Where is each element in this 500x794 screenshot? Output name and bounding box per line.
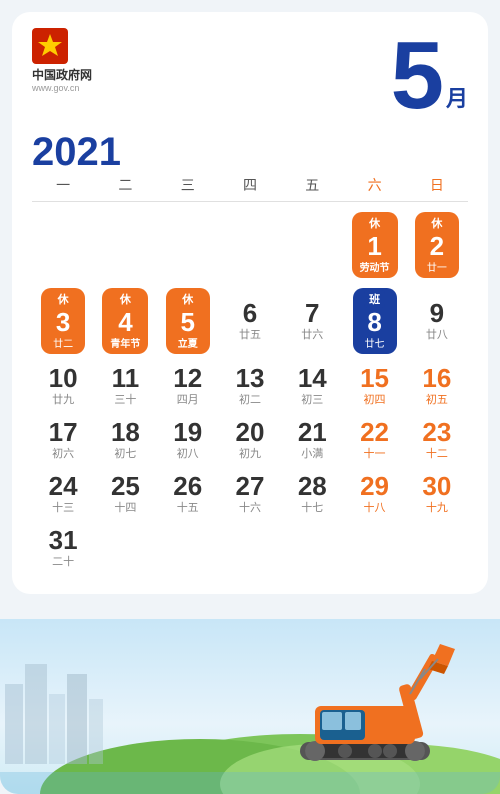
bottom-scene	[0, 619, 500, 794]
weekday-thu: 四	[219, 175, 281, 195]
weekday-sun: 日	[406, 175, 468, 195]
excavator-svg	[270, 634, 490, 774]
logo-icon	[32, 28, 68, 64]
day-3: 休 3 廿二	[32, 284, 94, 358]
day-18: 18 初七	[94, 414, 156, 466]
empty-end-2	[157, 522, 219, 574]
holiday-badge-1: 休	[364, 214, 385, 232]
weekday-wed: 三	[157, 175, 219, 195]
holiday-badge-5: 休	[177, 290, 198, 308]
empty-end-6	[406, 522, 468, 574]
year-display: 2021	[32, 130, 468, 175]
day-13: 13 初二	[219, 360, 281, 412]
holiday-badge-3: 休	[53, 290, 74, 308]
day-24: 24 十三	[32, 468, 94, 520]
day-21: 21 小满	[281, 414, 343, 466]
day-6: 6 廿五	[219, 284, 281, 358]
day-11: 11 三十	[94, 360, 156, 412]
day-26: 26 十五	[157, 468, 219, 520]
day-9: 9 廿八	[406, 284, 468, 358]
day-27: 27 十六	[219, 468, 281, 520]
day-12: 12 四月	[157, 360, 219, 412]
empty-end-4	[281, 522, 343, 574]
logo-area: 中国政府网 www.gov.cn	[32, 28, 92, 93]
day-15: 15 初四	[343, 360, 405, 412]
weekday-sat: 六	[343, 175, 405, 195]
logo-url: www.gov.cn	[32, 83, 79, 93]
day-16: 16 初五	[406, 360, 468, 412]
day-25: 25 十四	[94, 468, 156, 520]
day-14: 14 初三	[281, 360, 343, 412]
logo-name: 中国政府网	[32, 66, 92, 83]
calendar-card: 中国政府网 www.gov.cn 5 月 2021 一 二 三 四 五 六 日 …	[12, 12, 488, 594]
day-7: 7 廿六	[281, 284, 343, 358]
day-10: 10 廿九	[32, 360, 94, 412]
day-5: 休 5 立夏	[157, 284, 219, 358]
weekday-tue: 二	[94, 175, 156, 195]
day-22: 22 十一	[343, 414, 405, 466]
buildings-svg	[0, 644, 160, 764]
weekday-mon: 一	[32, 175, 94, 195]
day-30: 30 十九	[406, 468, 468, 520]
month-number: 5	[391, 28, 444, 124]
holiday-badge-2: 休	[426, 214, 447, 232]
day-31: 31 二十	[32, 522, 94, 574]
empty-end-3	[219, 522, 281, 574]
month-label: 月	[446, 88, 468, 110]
day-19: 19 初八	[157, 414, 219, 466]
header-row: 中国政府网 www.gov.cn 5 月	[32, 28, 468, 124]
empty-end-5	[343, 522, 405, 574]
day-29: 29 十八	[343, 468, 405, 520]
day-1: 休 1 劳动节	[343, 208, 405, 282]
day-23: 23 十二	[406, 414, 468, 466]
holiday-badge-4: 休	[115, 290, 136, 308]
day-17: 17 初六	[32, 414, 94, 466]
weekday-fri: 五	[281, 175, 343, 195]
empty-end-1	[94, 522, 156, 574]
day-28: 28 十七	[281, 468, 343, 520]
day-20: 20 初九	[219, 414, 281, 466]
day-8: 班 8 廿七	[343, 284, 405, 358]
calendar-grid: 休 1 劳动节 休 2 廿一 休 3 廿二 休 4	[32, 208, 468, 574]
day-2: 休 2 廿一	[406, 208, 468, 282]
ban-badge-8: 班	[364, 290, 385, 308]
month-display: 5 月	[391, 28, 468, 124]
day-4: 休 4 青年节	[94, 284, 156, 358]
weekday-header: 一 二 三 四 五 六 日	[32, 175, 468, 202]
